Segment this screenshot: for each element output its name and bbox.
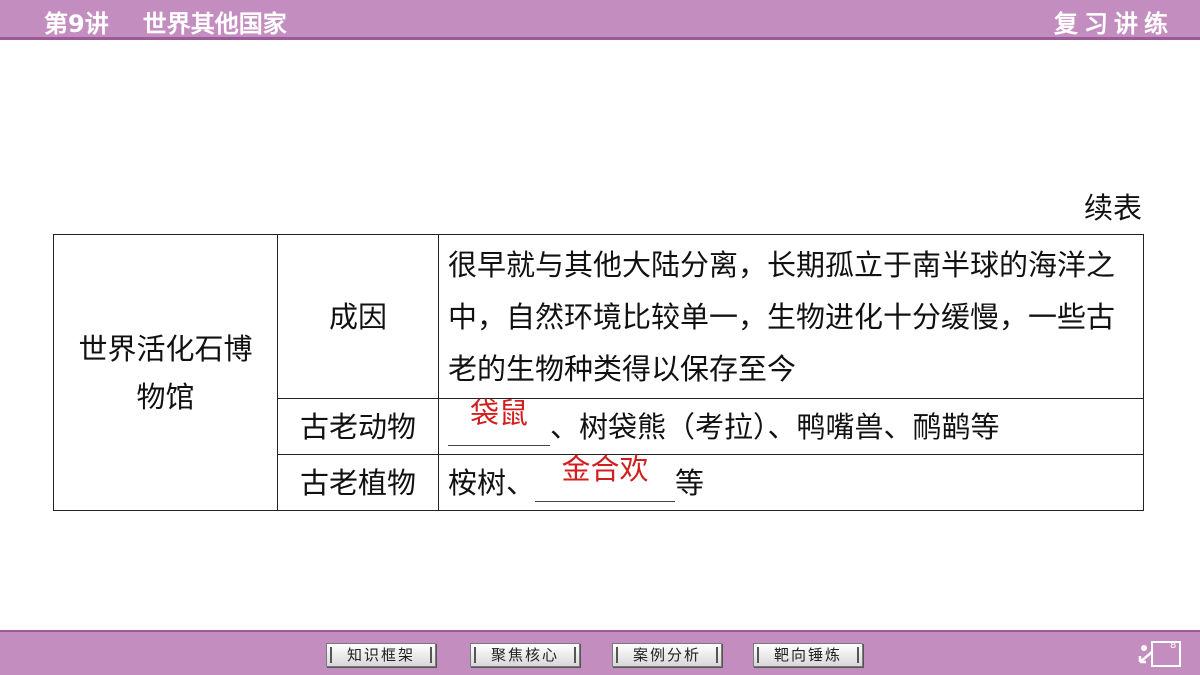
cause-content: 很早就与其他大陆分离，长期孤立于南半球的海洋之中，自然环境比较单一，生物进化十分… (438, 234, 1144, 399)
plants-content: 桉树、 金合欢等 (438, 452, 1144, 511)
page-number: 8 (1170, 640, 1177, 651)
lesson-heading: 第9讲 世界其他国家 (44, 4, 287, 39)
animals-content: 袋鼠 、树袋熊（考拉）、鸭嘴兽、鸸鹋等 (438, 396, 1144, 455)
plants-suffix: 等 (675, 465, 705, 500)
footer-bar (0, 630, 1200, 675)
lesson-number: 第9讲 (44, 10, 109, 38)
section-title: 复习讲练 (1054, 10, 1174, 38)
plants-answer-blank: 金合欢 (535, 452, 676, 502)
row-label-animals: 古老动物 (277, 398, 439, 455)
animals-answer: 袋鼠 (469, 395, 528, 430)
nav-button-focus-core[interactable]: 聚焦核心 (470, 643, 580, 667)
page-pointer-icon[interactable] (1136, 638, 1184, 670)
continued-label: 续表 (1083, 191, 1142, 225)
footer-divider (0, 630, 1200, 632)
info-table: 世界活化石博物馆 成因 很早就与其他大陆分离，长期孤立于南半球的海洋之中，自然环… (53, 234, 1144, 511)
nav-button-targeted-practice[interactable]: 靶向锤炼 (753, 643, 863, 667)
row-label-plants: 古老植物 (277, 454, 439, 511)
table-row: 世界活化石博物馆 成因 很早就与其他大陆分离，长期孤立于南半球的海洋之中，自然环… (53, 234, 1144, 511)
plants-prefix: 桉树、 (448, 465, 536, 500)
animals-suffix: 、树袋熊（考拉）、鸭嘴兽、鸸鹋等 (550, 409, 1000, 444)
animals-answer-blank: 袋鼠 (448, 396, 550, 446)
lesson-title: 世界其他国家 (142, 10, 287, 38)
nav-button-knowledge-framework[interactable]: 知识框架 (326, 643, 436, 667)
row-label-cause: 成因 (277, 234, 439, 399)
nav-button-case-analysis[interactable]: 案例分析 (612, 643, 722, 667)
row-group-label: 世界活化石博物馆 (53, 234, 278, 511)
plants-answer: 金合欢 (561, 451, 649, 486)
